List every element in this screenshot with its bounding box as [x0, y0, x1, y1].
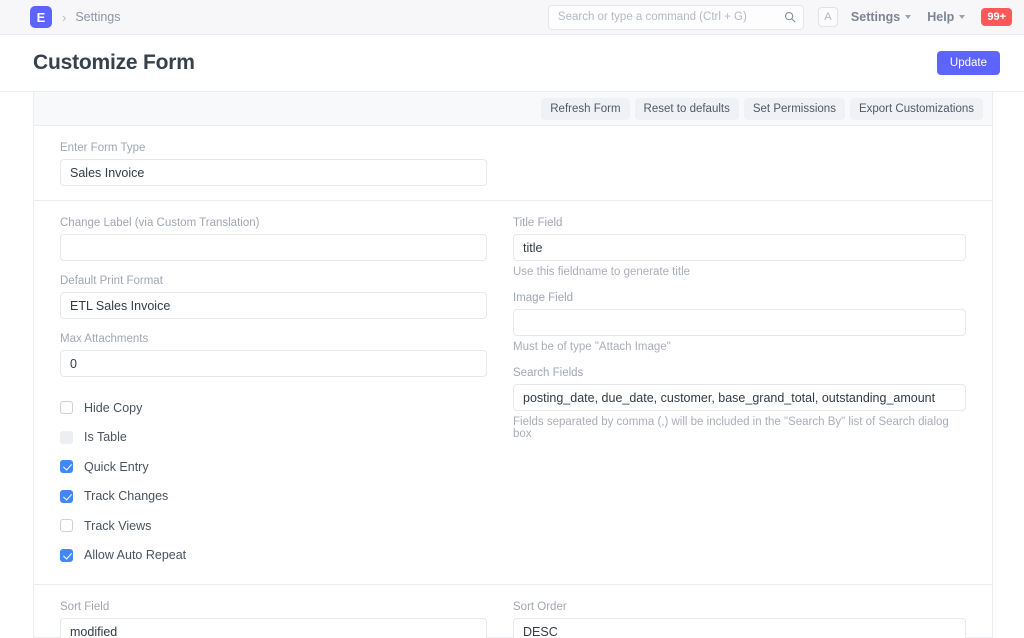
- field-change-label: Change Label (via Custom Translation): [60, 217, 487, 261]
- refresh-form-button[interactable]: Refresh Form: [541, 97, 630, 120]
- title-field-input[interactable]: [513, 234, 966, 261]
- global-search: [547, 4, 804, 30]
- field-title-field: Title Field Use this fieldname to genera…: [513, 217, 966, 278]
- field-max-attachments: Max Attachments: [60, 333, 487, 377]
- form-type-column: Enter Form Type: [60, 142, 513, 186]
- hide-copy-label: Hide Copy: [84, 400, 143, 415]
- search-input[interactable]: [547, 4, 804, 30]
- settings-left-column: Change Label (via Custom Translation) De…: [60, 217, 513, 570]
- page-body: Refresh Form Reset to defaults Set Permi…: [0, 92, 1024, 638]
- max-attachments-label: Max Attachments: [60, 333, 149, 345]
- field-image-field: Image Field Must be of type "Attach Imag…: [513, 292, 966, 353]
- change-label-label: Change Label (via Custom Translation): [60, 217, 260, 229]
- settings-right-column: Title Field Use this fieldname to genera…: [513, 217, 966, 570]
- export-customizations-button[interactable]: Export Customizations: [849, 97, 983, 120]
- default-print-format-label: Default Print Format: [60, 275, 163, 287]
- search-fields-input[interactable]: [513, 384, 966, 411]
- quick-entry-checkbox[interactable]: [60, 460, 73, 474]
- max-attachments-input[interactable]: [60, 350, 487, 377]
- change-label-input[interactable]: [60, 234, 487, 261]
- track-views-label: Track Views: [84, 518, 152, 533]
- sorting-row: Sort Field Sort Order: [60, 601, 966, 638]
- hide-copy-checkbox[interactable]: [60, 401, 73, 415]
- field-sort-field: Sort Field: [60, 601, 487, 638]
- sort-field-column: Sort Field: [60, 601, 513, 638]
- title-field-label: Title Field: [513, 217, 563, 229]
- reset-to-defaults-button[interactable]: Reset to defaults: [634, 97, 739, 120]
- set-permissions-button[interactable]: Set Permissions: [743, 97, 845, 120]
- chevron-down-icon: [959, 15, 966, 19]
- section-form-settings: Change Label (via Custom Translation) De…: [34, 201, 992, 585]
- image-field-label: Image Field: [513, 292, 574, 304]
- form-type-label: Enter Form Type: [60, 142, 146, 154]
- image-field-help: Must be of type "Attach Image": [513, 341, 671, 353]
- form-type-row: Enter Form Type: [60, 142, 966, 186]
- notification-badge[interactable]: 99+: [981, 7, 1012, 27]
- field-default-print-format: Default Print Format: [60, 275, 487, 319]
- field-form-type: Enter Form Type: [60, 142, 487, 186]
- field-search-fields: Search Fields Fields separated by comma …: [513, 367, 966, 440]
- top-navbar: E › Settings A Settings Help 99+: [0, 0, 1024, 35]
- settings-checkbox-list: Hide Copy Is Table Quick Entry Track Cha…: [60, 393, 487, 570]
- sort-order-column: Sort Order: [513, 601, 966, 638]
- checkbox-row-allow-auto-repeat[interactable]: Allow Auto Repeat: [60, 541, 487, 571]
- field-sort-order: Sort Order: [513, 601, 966, 638]
- section-sorting: Sort Field Sort Order: [34, 585, 992, 638]
- form-settings-row: Change Label (via Custom Translation) De…: [60, 217, 966, 570]
- app-logo-icon[interactable]: E: [30, 6, 52, 28]
- form-type-column-empty: [513, 142, 966, 186]
- image-field-input[interactable]: [513, 309, 966, 336]
- search-fields-help: Fields separated by comma (,) will be in…: [513, 416, 949, 440]
- is-table-label: Is Table: [84, 430, 127, 445]
- avatar[interactable]: A: [817, 7, 838, 27]
- checkbox-row-hide-copy[interactable]: Hide Copy: [60, 393, 487, 423]
- checkbox-row-quick-entry[interactable]: Quick Entry: [60, 452, 487, 482]
- section-form-type: Enter Form Type: [34, 126, 992, 201]
- form-actions-toolbar: Refresh Form Reset to defaults Set Permi…: [34, 92, 992, 126]
- search-fields-label: Search Fields: [513, 367, 584, 379]
- checkbox-row-track-views[interactable]: Track Views: [60, 511, 487, 541]
- page-header: Customize Form Update: [0, 35, 1024, 92]
- navbar-help-label: Help: [927, 10, 955, 24]
- navbar-settings-label: Settings: [850, 10, 901, 24]
- allow-auto-repeat-checkbox[interactable]: [60, 548, 73, 562]
- sort-order-input[interactable]: [513, 618, 966, 638]
- quick-entry-label: Quick Entry: [84, 459, 149, 474]
- breadcrumb-settings-link[interactable]: Settings: [75, 10, 120, 24]
- sort-order-label: Sort Order: [513, 601, 567, 613]
- form-type-input[interactable]: [60, 159, 487, 186]
- title-field-help: Use this fieldname to generate title: [513, 266, 691, 278]
- page-title: Customize Form: [33, 51, 195, 74]
- sort-field-input[interactable]: [60, 618, 487, 638]
- breadcrumb-chevron-icon: ›: [62, 9, 67, 25]
- sort-field-label: Sort Field: [60, 601, 110, 613]
- navbar-help-menu[interactable]: Help: [927, 10, 966, 24]
- is-table-checkbox: [60, 430, 73, 444]
- chevron-down-icon: [905, 15, 912, 19]
- track-changes-checkbox[interactable]: [60, 489, 73, 503]
- default-print-format-input[interactable]: [60, 292, 487, 319]
- customize-form-card: Refresh Form Reset to defaults Set Permi…: [33, 92, 993, 638]
- track-changes-label: Track Changes: [84, 489, 169, 504]
- checkbox-row-is-table: Is Table: [60, 423, 487, 453]
- allow-auto-repeat-label: Allow Auto Repeat: [84, 548, 187, 563]
- navbar-settings-menu[interactable]: Settings: [850, 10, 912, 24]
- track-views-checkbox[interactable]: [60, 519, 73, 533]
- update-button[interactable]: Update: [936, 51, 1000, 75]
- checkbox-row-track-changes[interactable]: Track Changes: [60, 482, 487, 512]
